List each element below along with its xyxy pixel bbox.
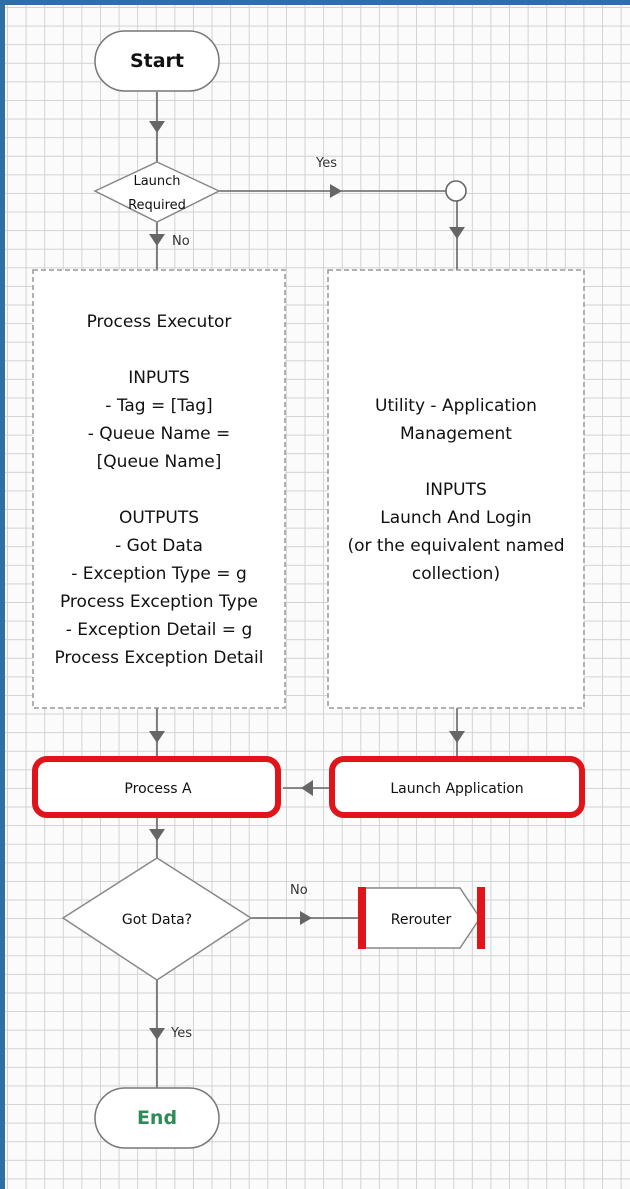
launch-application-node[interactable]: Launch Application xyxy=(329,756,585,818)
end-node[interactable]: End xyxy=(94,1087,220,1149)
process-executor-text: Process Executor INPUTS - Tag = [Tag] - … xyxy=(54,312,264,668)
start-node[interactable]: Start xyxy=(94,30,220,92)
arrow-yes-right xyxy=(330,184,342,198)
rerouter-label: Rerouter xyxy=(391,912,452,928)
arrow-left-to-processa xyxy=(301,780,313,796)
arrow-start-down xyxy=(149,121,165,133)
utility-app-management-text: Utility - Application Management INPUTS … xyxy=(347,396,565,584)
launch-application-label: Launch Application xyxy=(390,781,523,797)
launch-required-decision[interactable]: Launch Required xyxy=(93,161,221,223)
got-data-decision[interactable]: Got Data? xyxy=(61,857,253,981)
process-a-node[interactable]: Process A xyxy=(32,756,281,818)
rerouter-red-bar-left xyxy=(358,887,366,949)
edge-label-launch-no: No xyxy=(172,234,190,249)
arrow-junction-down xyxy=(449,227,465,239)
rerouter-node[interactable]: Rerouter xyxy=(358,887,485,949)
arrow-no-right xyxy=(300,911,312,925)
edge-label-launch-yes: Yes xyxy=(315,156,337,171)
launch-required-label-line2: Required xyxy=(128,198,186,213)
rerouter-red-bar-right xyxy=(477,887,485,949)
start-label: Start xyxy=(130,50,184,72)
end-label: End xyxy=(137,1107,177,1129)
arrow-launch-no-down xyxy=(149,234,165,246)
edge-label-gotdata-yes: Yes xyxy=(170,1026,192,1041)
got-data-label: Got Data? xyxy=(122,912,192,928)
arrow-yes-down xyxy=(149,1028,165,1040)
process-a-label: Process A xyxy=(124,781,192,797)
junction-circle[interactable] xyxy=(445,180,467,202)
arrow-utility-down xyxy=(449,731,465,743)
edge-label-gotdata-no: No xyxy=(290,883,308,898)
launch-required-label-line1: Launch xyxy=(133,174,180,189)
arrow-processa-down xyxy=(149,829,165,841)
arrow-executor-down xyxy=(149,731,165,743)
